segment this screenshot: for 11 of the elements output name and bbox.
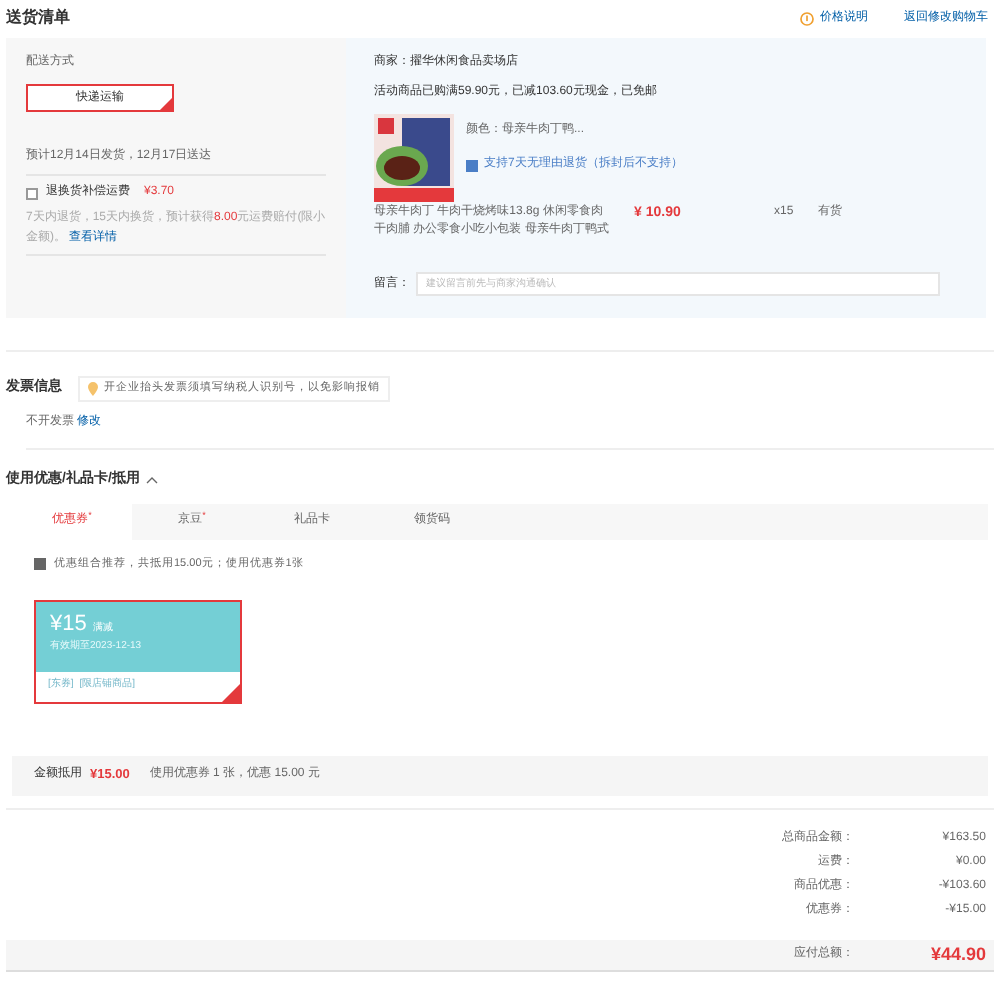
section-title: 送货清单 [6, 6, 70, 30]
selected-corner-icon [160, 98, 172, 110]
recommend-checkbox[interactable] [34, 557, 46, 570]
info-icon [800, 11, 814, 25]
collapse-chevron-icon[interactable] [145, 476, 158, 485]
payable-value: ¥44.90 [928, 941, 988, 967]
selected-corner-icon [222, 683, 240, 702]
return-badge-icon [466, 159, 478, 171]
coupon-amount: ¥15 [50, 609, 87, 639]
insurance-checkbox[interactable] [26, 187, 38, 199]
location-pin-icon [88, 382, 98, 396]
